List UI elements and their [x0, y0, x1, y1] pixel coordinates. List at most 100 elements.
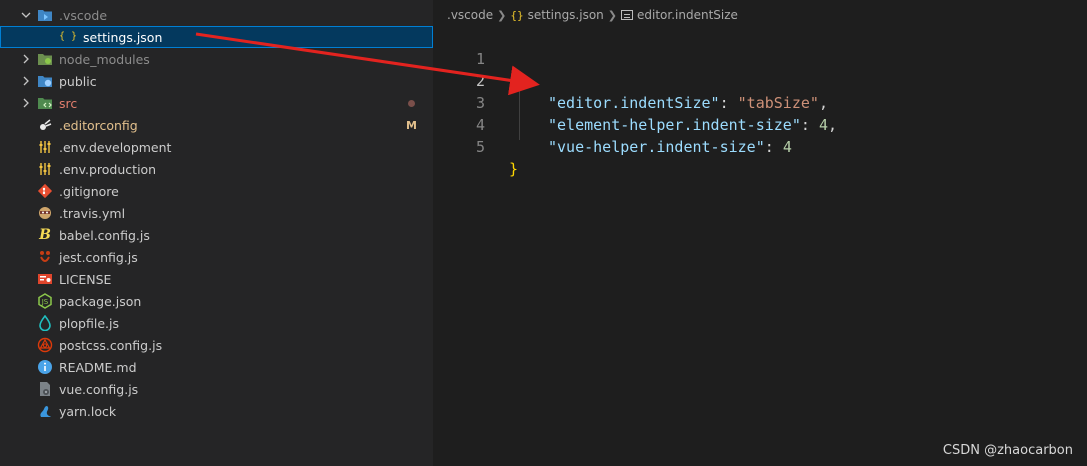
json-colon: : — [800, 116, 819, 134]
line-content: } — [509, 158, 518, 180]
tree-item-label: .editorconfig — [59, 117, 138, 133]
git-icon — [37, 183, 53, 199]
tree-item-label: .env.development — [59, 139, 172, 155]
symbol-property-icon — [621, 10, 633, 20]
tree-item-label: README.md — [59, 359, 137, 375]
watermark: CSDN @zhaocarbon — [942, 443, 1073, 458]
tree-file-package-json[interactable]: JS package.json — [0, 290, 433, 312]
json-key: "element-helper.indent-size" — [548, 116, 801, 134]
tree-item-label: LICENSE — [59, 271, 112, 287]
line-content: { — [509, 70, 518, 92]
tree-item-label: jest.config.js — [59, 249, 138, 265]
tree-file-postcss-config[interactable]: postcss.config.js — [0, 334, 433, 356]
tree-item-label: postcss.config.js — [59, 337, 163, 353]
tree-file-vue-config[interactable]: vue.config.js — [0, 378, 433, 400]
explorer-sidebar: .vscode { } settings.json node_modules p… — [0, 0, 433, 466]
tree-file-settings-json[interactable]: { } settings.json — [0, 26, 433, 48]
tree-item-label: settings.json — [83, 29, 163, 45]
tree-folder-node-modules[interactable]: node_modules — [0, 48, 433, 70]
tree-file-gitignore[interactable]: .gitignore — [0, 180, 433, 202]
tree-folder-src[interactable]: src — [0, 92, 433, 114]
code-line-3[interactable]: 3 "element-helper.indent-size": 4, — [433, 70, 837, 134]
tree-file-plopfile[interactable]: plopfile.js — [0, 312, 433, 334]
chevron-down-icon[interactable] — [20, 9, 32, 21]
code-line-5[interactable]: 5 } — [433, 114, 518, 178]
tree-item-label: public — [59, 73, 97, 89]
tree-item-label: .travis.yml — [59, 205, 126, 221]
tree-item-label: .vscode — [59, 7, 108, 23]
tree-item-label: plopfile.js — [59, 315, 119, 331]
chevron-right-icon: ❯ — [497, 8, 507, 22]
json-colon: : — [719, 94, 738, 112]
json-value: 4 — [818, 116, 828, 134]
tree-item-label: src — [59, 95, 78, 111]
tree-file-jest-config[interactable]: jest.config.js — [0, 246, 433, 268]
tree-item-label: yarn.lock — [59, 403, 117, 419]
json-comma: , — [818, 94, 828, 112]
travis-icon — [37, 205, 53, 221]
src-folder-icon — [37, 95, 53, 111]
editorconfig-icon — [37, 117, 53, 133]
env-icon — [37, 161, 53, 177]
tree-folder-public[interactable]: public — [0, 70, 433, 92]
json-value: 4 — [782, 138, 792, 156]
svg-text:JS: JS — [41, 298, 49, 306]
plop-icon — [37, 315, 53, 331]
json-icon: { } — [58, 31, 78, 42]
env-icon — [37, 139, 53, 155]
tree-file-env-development[interactable]: .env.development — [0, 136, 433, 158]
json-icon: {} — [510, 8, 524, 22]
line-number: 5 — [475, 138, 485, 156]
git-status-dot — [408, 99, 415, 107]
tree-item-label: node_modules — [59, 51, 150, 67]
code-line-4[interactable]: 4 "vue-helper.indent-size": 4 — [433, 92, 792, 156]
public-folder-icon — [37, 73, 53, 89]
tree-file-travis-yml[interactable]: .travis.yml — [0, 202, 433, 224]
editor-pane: .vscode ❯ {} settings.json ❯ editor.inde… — [433, 0, 1087, 466]
indent-guide — [519, 74, 520, 140]
babel-icon: B — [39, 227, 51, 243]
tree-item-label: vue.config.js — [59, 381, 139, 397]
tree-file-license[interactable]: LICENSE — [0, 268, 433, 290]
json-value: "tabSize" — [737, 94, 819, 112]
tree-folder-vscode[interactable]: .vscode — [0, 4, 433, 26]
tree-file-yarn-lock[interactable]: yarn.lock — [0, 400, 433, 422]
chevron-right-icon: ❯ — [607, 8, 617, 22]
chevron-right-icon[interactable] — [20, 53, 32, 65]
git-modified-badge: M — [406, 118, 417, 132]
json-key: "editor.indentSize" — [548, 94, 720, 112]
vue-config-icon — [37, 381, 53, 397]
license-icon — [37, 271, 53, 287]
json-comma: , — [827, 116, 837, 134]
chevron-right-icon[interactable] — [20, 97, 32, 109]
info-icon — [37, 359, 53, 375]
vscode-folder-icon — [37, 7, 53, 23]
line-content: "element-helper.indent-size": 4, — [548, 114, 837, 136]
nodejs-icon: JS — [37, 293, 53, 309]
breadcrumb: .vscode ❯ {} settings.json ❯ editor.inde… — [447, 5, 738, 25]
breadcrumb-folder[interactable]: .vscode — [447, 8, 493, 22]
tree-item-label: babel.config.js — [59, 227, 150, 243]
tree-file-readme[interactable]: README.md — [0, 356, 433, 378]
close-brace: } — [509, 160, 519, 178]
node-folder-icon — [37, 51, 53, 67]
open-brace: { — [509, 72, 519, 90]
postcss-icon — [37, 337, 53, 353]
json-key: "vue-helper.indent-size" — [548, 138, 765, 156]
tree-file-editorconfig[interactable]: .editorconfig M — [0, 114, 433, 136]
line-content: "editor.indentSize": "tabSize", — [548, 92, 828, 114]
chevron-right-icon[interactable] — [20, 75, 32, 87]
yarn-icon — [37, 403, 53, 419]
tree-item-label: .env.production — [59, 161, 157, 177]
tree-file-env-production[interactable]: .env.production — [0, 158, 433, 180]
json-colon: : — [764, 138, 783, 156]
breadcrumb-symbol[interactable]: editor.indentSize — [637, 8, 738, 22]
tree-item-label: .gitignore — [59, 183, 119, 199]
tree-file-babel-config[interactable]: B babel.config.js — [0, 224, 433, 246]
tree-item-label: package.json — [59, 293, 142, 309]
code-line-2[interactable]: 2 "editor.indentSize": "tabSize", — [433, 48, 828, 112]
line-content: "vue-helper.indent-size": 4 — [548, 136, 792, 158]
code-line-1[interactable]: 1 { — [433, 26, 518, 90]
breadcrumb-file[interactable]: settings.json — [528, 8, 604, 22]
jest-icon — [37, 249, 53, 265]
